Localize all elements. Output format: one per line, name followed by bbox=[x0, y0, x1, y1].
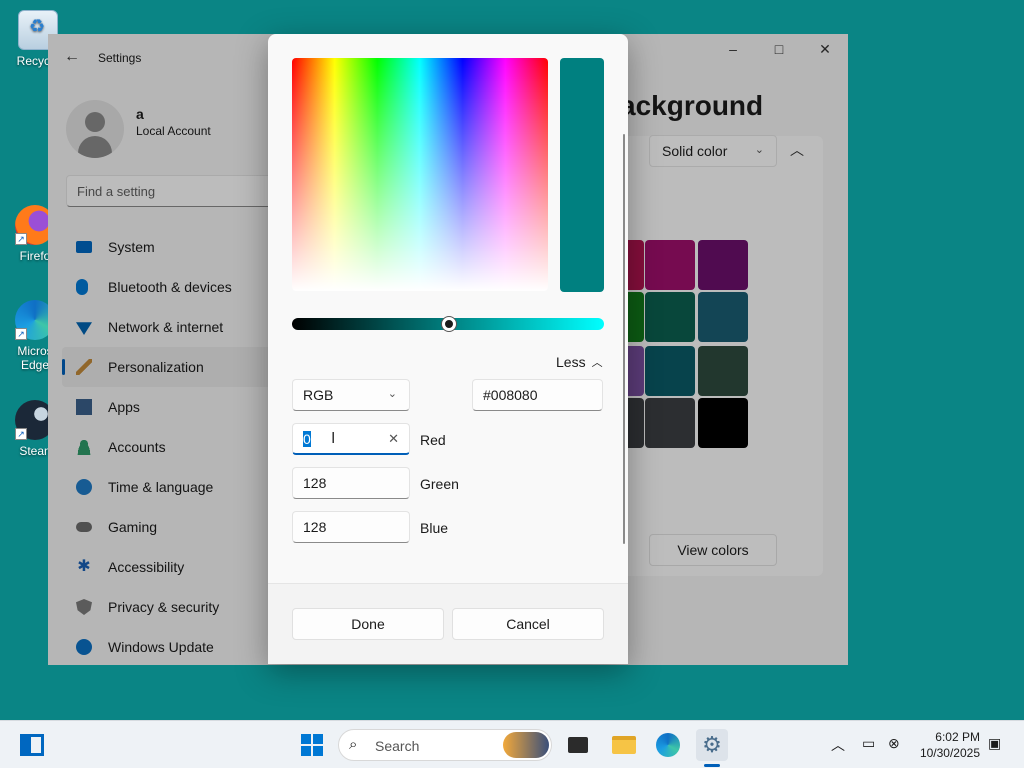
gear-icon: ⚙ bbox=[702, 732, 722, 757]
scrollbar[interactable] bbox=[623, 134, 625, 544]
widgets-button[interactable] bbox=[16, 729, 48, 761]
volume-muted-icon[interactable]: ⊗ bbox=[888, 735, 900, 752]
text-cursor-icon: I bbox=[331, 430, 336, 447]
value-slider-thumb[interactable] bbox=[442, 317, 456, 331]
windows-logo-icon bbox=[301, 734, 323, 756]
search-highlight-image bbox=[503, 732, 549, 758]
tray-chevron-up-icon[interactable]: ︿ bbox=[831, 735, 845, 755]
cancel-button[interactable]: Cancel bbox=[452, 608, 604, 640]
color-preview bbox=[560, 58, 604, 292]
color-picker-dialog: Less ︿ RGB ⌄ #008080 0 I ✕ Red 128 Green… bbox=[268, 34, 628, 664]
clock-date: 10/30/2025 bbox=[919, 746, 980, 760]
task-view-icon bbox=[568, 737, 588, 753]
active-app-indicator bbox=[704, 764, 720, 767]
desktop-icon-label: Firefo bbox=[19, 249, 51, 263]
chevron-up-icon: ︿ bbox=[591, 357, 603, 369]
start-button[interactable] bbox=[296, 729, 328, 761]
less-label: Less bbox=[556, 354, 586, 370]
edge-icon bbox=[656, 733, 680, 757]
done-button[interactable]: Done bbox=[292, 608, 444, 640]
hex-input[interactable]: #008080 bbox=[472, 379, 603, 411]
settings-taskbar-button[interactable]: ⚙ bbox=[696, 729, 728, 761]
search-icon: ⌕ bbox=[349, 736, 358, 753]
red-label: Red bbox=[420, 432, 446, 448]
color-model-dropdown[interactable]: RGB ⌄ bbox=[292, 379, 410, 411]
shortcut-arrow-icon: ↗ bbox=[15, 233, 27, 245]
desktop-icon-label: Stean bbox=[19, 444, 51, 458]
red-value: 0 bbox=[303, 431, 311, 447]
red-input[interactable]: 0 I ✕ bbox=[292, 423, 410, 455]
shortcut-arrow-icon: ↗ bbox=[15, 328, 27, 340]
color-spectrum[interactable] bbox=[292, 58, 548, 291]
clock[interactable]: 6:02 PM 10/30/2025 bbox=[920, 729, 980, 761]
blue-label: Blue bbox=[420, 520, 449, 536]
widgets-icon bbox=[20, 734, 44, 756]
file-explorer-button[interactable] bbox=[608, 729, 640, 761]
taskbar: ⌕ Search ⚙ ︿ ▭ ⊗ 6:02 PM 10/30/2025 ▣ bbox=[0, 720, 1024, 768]
folder-icon bbox=[612, 736, 636, 754]
green-label: Green bbox=[420, 476, 459, 492]
task-view-button[interactable] bbox=[562, 729, 594, 761]
clear-icon[interactable]: ✕ bbox=[388, 431, 399, 447]
notification-icon[interactable]: ▣ bbox=[988, 735, 1001, 752]
blue-input[interactable]: 128 bbox=[292, 511, 410, 543]
less-toggle[interactable]: Less ︿ bbox=[556, 354, 603, 370]
shortcut-arrow-icon: ↗ bbox=[15, 428, 27, 440]
network-icon[interactable]: ▭ bbox=[862, 735, 875, 752]
taskbar-search[interactable]: ⌕ Search bbox=[338, 729, 552, 761]
green-input[interactable]: 128 bbox=[292, 467, 410, 499]
edge-button[interactable] bbox=[652, 729, 684, 761]
clock-time: 6:02 PM bbox=[935, 730, 980, 744]
search-label: Search bbox=[375, 738, 420, 754]
chevron-down-icon: ⌄ bbox=[387, 388, 397, 400]
dropdown-value: RGB bbox=[303, 387, 334, 403]
